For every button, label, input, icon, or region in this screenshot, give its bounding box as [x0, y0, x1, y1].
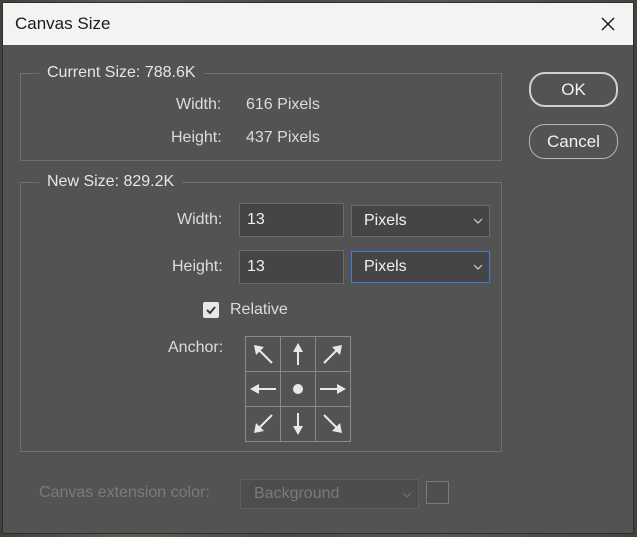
ok-button[interactable]: OK	[529, 72, 618, 107]
anchor-label: Anchor:	[168, 339, 224, 356]
anchor-right[interactable]	[314, 370, 351, 407]
close-icon	[601, 17, 615, 31]
new-width-label: Width:	[177, 211, 223, 228]
current-size-group: Current Size: 788.6K	[20, 64, 502, 161]
anchor-center[interactable]	[279, 370, 316, 407]
arrow-e-icon	[319, 383, 346, 394]
new-size-legend: New Size: 829.2K	[39, 173, 183, 191]
arrow-ne-icon	[322, 344, 342, 364]
current-width-value: 616 Pixels	[246, 96, 320, 113]
chevron-down-icon	[473, 264, 483, 270]
anchor-top[interactable]	[279, 335, 316, 372]
height-unit-select[interactable]: Pixels	[351, 251, 490, 283]
extension-color-swatch[interactable]	[426, 481, 449, 504]
extension-color-value: Background	[254, 485, 340, 502]
anchor-top-right[interactable]	[314, 335, 351, 372]
chevron-down-icon	[473, 218, 483, 224]
canvas-size-dialog: Canvas Size Current Size: 788.6K Width: …	[2, 2, 634, 534]
dialog-title: Canvas Size	[15, 14, 111, 33]
width-unit-value: Pixels	[364, 212, 407, 229]
current-height-label: Height:	[171, 129, 222, 146]
chevron-down-icon	[402, 492, 412, 498]
width-input[interactable]: 13	[239, 203, 344, 237]
new-height-label: Height:	[172, 258, 223, 275]
anchor-grid	[244, 335, 351, 442]
anchor-bottom-right[interactable]	[314, 405, 351, 442]
cancel-button[interactable]: Cancel	[529, 124, 618, 159]
arrow-se-icon	[322, 413, 342, 433]
ok-button-label: OK	[561, 79, 586, 99]
anchor-left[interactable]	[244, 370, 281, 407]
checkmark-icon	[206, 306, 216, 315]
arrow-nw-icon	[253, 344, 273, 364]
relative-checkbox[interactable]	[203, 302, 219, 318]
extension-color-label: Canvas extension color:	[39, 484, 210, 501]
width-input-value: 13	[247, 211, 265, 228]
height-input[interactable]: 13	[239, 250, 344, 284]
relative-label: Relative	[230, 301, 288, 318]
width-unit-select[interactable]: Pixels	[351, 205, 490, 237]
title-bar: Canvas Size	[3, 3, 633, 45]
arrow-s-icon	[292, 412, 303, 435]
arrow-w-icon	[249, 383, 276, 394]
arrow-sw-icon	[253, 413, 273, 433]
arrow-n-icon	[292, 342, 303, 365]
anchor-bottom-left[interactable]	[244, 405, 281, 442]
current-width-label: Width:	[176, 96, 222, 113]
current-size-legend: Current Size: 788.6K	[39, 64, 204, 82]
height-unit-value: Pixels	[364, 258, 407, 275]
cancel-button-label: Cancel	[547, 131, 600, 151]
height-input-value: 13	[247, 258, 265, 275]
anchor-top-left[interactable]	[244, 335, 281, 372]
extension-color-select[interactable]: Background	[240, 479, 419, 509]
anchor-center-icon	[292, 383, 303, 394]
anchor-bottom[interactable]	[279, 405, 316, 442]
close-button[interactable]	[591, 7, 625, 41]
current-height-value: 437 Pixels	[246, 129, 320, 146]
